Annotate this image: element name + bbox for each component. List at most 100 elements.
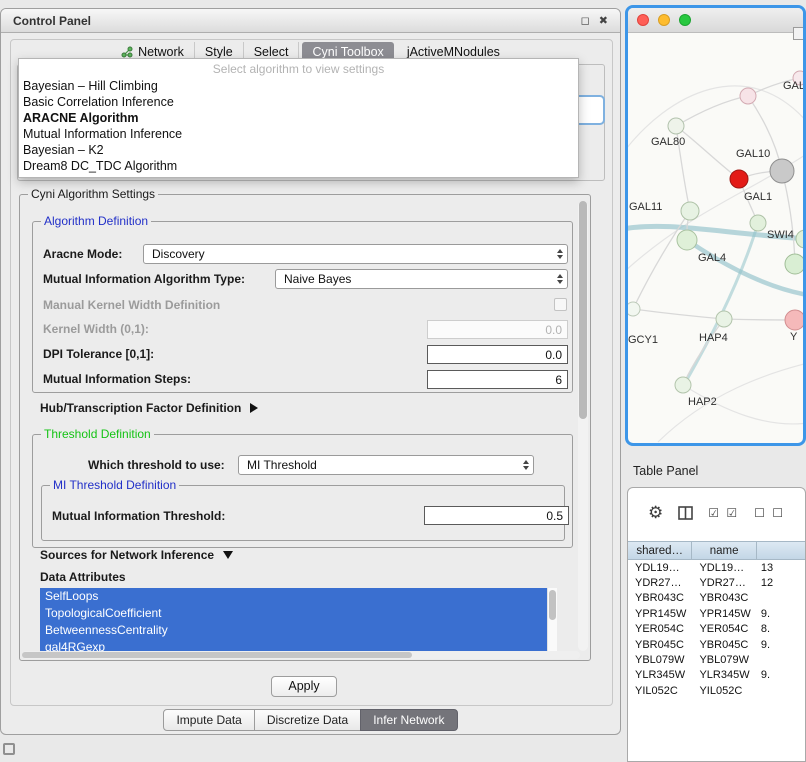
- mi-steps-field[interactable]: 6: [427, 370, 568, 389]
- column-header-shared[interactable]: shared…: [628, 542, 692, 559]
- hub-definition-toggle[interactable]: Hub/Transcription Factor Definition: [40, 401, 258, 415]
- network-node[interactable]: [796, 230, 803, 248]
- group-title: Threshold Definition: [41, 427, 154, 441]
- cell-name: YER054C: [692, 623, 756, 635]
- cell-value: 8.: [757, 623, 805, 635]
- tab-infer-network[interactable]: Infer Network: [360, 709, 457, 731]
- cell-name: YBL079W: [692, 654, 756, 666]
- kernel-width-field[interactable]: 0.0: [427, 320, 568, 339]
- cell-name: YDL19…: [692, 562, 756, 574]
- cell-name: YDR27…: [692, 577, 756, 589]
- table-row[interactable]: YPR145W YPR145W 9.: [628, 606, 805, 621]
- window-title: Control Panel: [13, 14, 91, 28]
- manual-kernel-checkbox[interactable]: [554, 298, 567, 311]
- stepper-icon: [552, 245, 567, 263]
- node-label: GAL1: [744, 191, 772, 203]
- network-graph: GAL80 GAL10 GAL11 GAL1 SWI4 GAL4 GCY1 HA…: [628, 33, 803, 443]
- table-panel-title: Table Panel: [633, 464, 698, 478]
- node-label: GCY1: [628, 334, 658, 346]
- vertical-scrollbar[interactable]: [578, 201, 588, 651]
- close-icon[interactable]: [637, 14, 649, 26]
- cyni-algorithm-settings-group: Cyni Algorithm Settings Algorithm Defini…: [19, 194, 591, 661]
- zoom-icon[interactable]: [679, 14, 691, 26]
- stepper-icon: [552, 270, 567, 288]
- list-item[interactable]: TopologicalCoefficient: [40, 605, 547, 622]
- node-label: HAP4: [699, 332, 728, 344]
- list-item[interactable]: BetweennessCentrality: [40, 622, 547, 639]
- table-row[interactable]: YBR045C YBR045C 9.: [628, 637, 805, 652]
- table-row[interactable]: YBL079W YBL079W: [628, 652, 805, 667]
- horizontal-scrollbar[interactable]: [22, 651, 580, 659]
- aracne-mode-select[interactable]: Discovery: [143, 244, 568, 264]
- network-node[interactable]: [770, 159, 794, 183]
- cell-name: YBR043C: [692, 592, 756, 604]
- scroll-corner-box[interactable]: [793, 27, 806, 40]
- select-all-icon[interactable]: ☑ ☑: [708, 506, 739, 520]
- algorithm-option[interactable]: Bayesian – K2: [19, 142, 578, 158]
- cell-name: YLR345W: [692, 669, 756, 681]
- cell-shared: YIL052C: [628, 685, 692, 697]
- table-row[interactable]: YER054C YER054C 8.: [628, 622, 805, 637]
- algorithm-definition-group: Algorithm Definition Aracne Mode: Discov…: [32, 221, 573, 393]
- network-node[interactable]: [785, 254, 803, 274]
- network-view-window[interactable]: GAL80 GAL10 GAL11 GAL1 SWI4 GAL4 GCY1 HA…: [625, 5, 806, 446]
- scrollbar-thumb[interactable]: [579, 201, 587, 419]
- list-item[interactable]: SelfLoops: [40, 588, 547, 605]
- algorithm-option-selected[interactable]: ARACNE Algorithm: [19, 110, 578, 126]
- network-node[interactable]: [677, 230, 697, 250]
- scrollbar-thumb[interactable]: [22, 652, 412, 658]
- algorithm-option[interactable]: Basic Correlation Inference: [19, 94, 578, 110]
- table-row[interactable]: YIL052C YIL052C: [628, 683, 805, 698]
- network-node[interactable]: [628, 302, 640, 316]
- table-row[interactable]: YDL19… YDL19… 13: [628, 560, 805, 575]
- table-row[interactable]: YDR27… YDR27… 12: [628, 575, 805, 590]
- manual-kernel-label: Manual Kernel Width Definition: [43, 298, 220, 312]
- column-header-name[interactable]: name: [692, 542, 756, 559]
- minimize-icon[interactable]: [658, 14, 670, 26]
- network-node[interactable]: [675, 377, 691, 393]
- table-row[interactable]: YLR345W YLR345W 9.: [628, 668, 805, 683]
- cell-shared: YER054C: [628, 623, 692, 635]
- gear-icon[interactable]: ⚙: [648, 503, 663, 523]
- table-row[interactable]: YBR043C YBR043C: [628, 591, 805, 606]
- column-header-extra[interactable]: [757, 542, 805, 559]
- node-label: Y: [790, 331, 798, 343]
- columns-icon[interactable]: [678, 506, 693, 520]
- algorithm-option[interactable]: Dream8 DC_TDC Algorithm: [19, 158, 578, 174]
- control-panel-titlebar[interactable]: Control Panel ◻ ✖: [1, 9, 620, 33]
- network-node[interactable]: [785, 310, 803, 330]
- network-node-gal10[interactable]: [730, 170, 748, 188]
- which-threshold-select[interactable]: MI Threshold: [238, 455, 534, 475]
- network-node[interactable]: [740, 88, 756, 104]
- cell-shared: YDR27…: [628, 577, 692, 589]
- cell-name: YIL052C: [692, 685, 756, 697]
- dpi-tolerance-field[interactable]: 0.0: [427, 345, 568, 364]
- network-node[interactable]: [750, 215, 766, 231]
- edge: [676, 126, 739, 179]
- close-icon[interactable]: ✖: [599, 14, 608, 27]
- list-scrollbar[interactable]: [547, 588, 557, 657]
- mi-type-label: Mutual Information Algorithm Type:: [43, 272, 245, 286]
- dropdown-placeholder: Select algorithm to view settings: [19, 61, 578, 78]
- network-node[interactable]: [681, 202, 699, 220]
- edge: [676, 96, 748, 126]
- mi-threshold-field[interactable]: 0.5: [424, 506, 569, 525]
- deselect-all-icon[interactable]: ☐ ☐: [754, 506, 785, 520]
- algorithm-option[interactable]: Mutual Information Inference: [19, 126, 578, 142]
- mi-algorithm-type-select[interactable]: Naive Bayes: [275, 269, 568, 289]
- edge: [724, 319, 795, 320]
- tab-impute-data[interactable]: Impute Data: [163, 709, 254, 731]
- cell-shared: YBR045C: [628, 639, 692, 651]
- network-window-titlebar[interactable]: [628, 8, 803, 33]
- float-window-icon[interactable]: ◻: [581, 14, 590, 27]
- apply-button[interactable]: Apply: [271, 676, 337, 697]
- docked-panel-icon[interactable]: [3, 743, 15, 755]
- algorithm-option[interactable]: Bayesian – Hill Climbing: [19, 78, 578, 94]
- tab-discretize-data[interactable]: Discretize Data: [254, 709, 361, 731]
- network-canvas[interactable]: GAL80 GAL10 GAL11 GAL1 SWI4 GAL4 GCY1 HA…: [628, 33, 803, 443]
- sources-toggle[interactable]: Sources for Network Inference: [40, 548, 233, 562]
- network-node[interactable]: [716, 311, 732, 327]
- scrollbar-thumb[interactable]: [549, 590, 556, 620]
- tab-label: jActiveMNodules: [407, 45, 500, 59]
- network-node[interactable]: [668, 118, 684, 134]
